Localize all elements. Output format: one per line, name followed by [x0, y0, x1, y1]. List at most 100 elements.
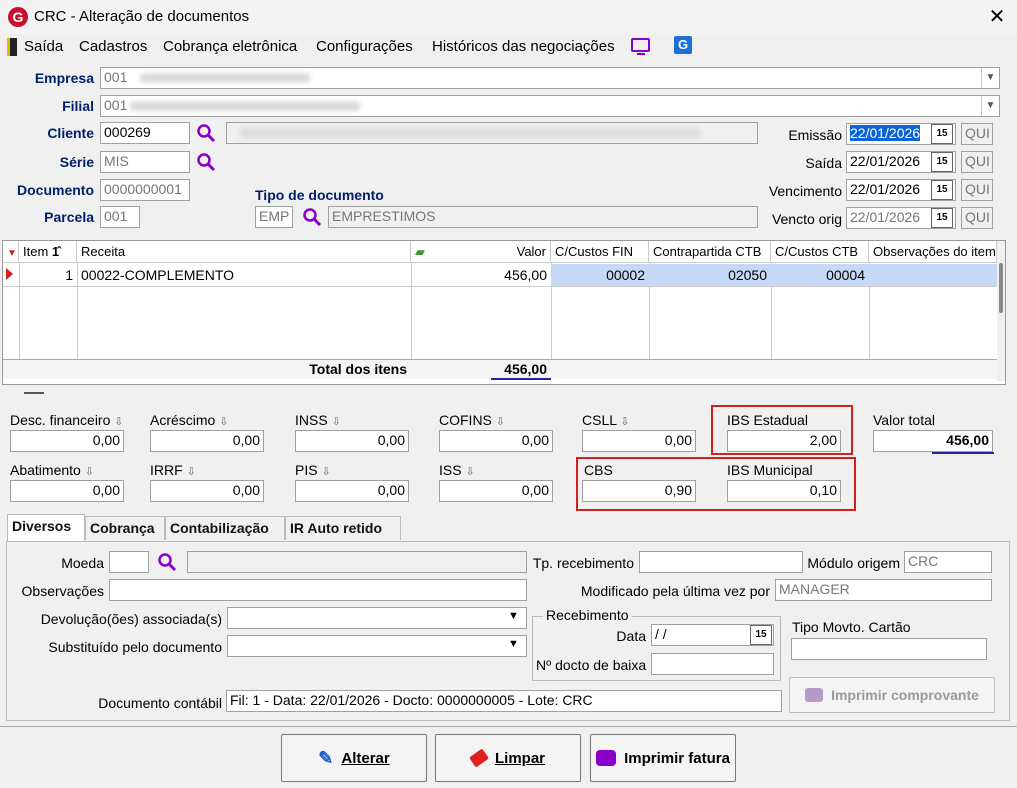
irrf-input[interactable]: 0,00: [150, 480, 264, 502]
cofins-input[interactable]: 0,00: [439, 430, 553, 452]
saida-label: Saída: [805, 155, 842, 171]
acrescimo-text: Acréscimo: [150, 412, 216, 428]
recebimento-group-label: Recebimento: [543, 607, 632, 623]
grid-header-ccctb[interactable]: C/Custos CTB: [771, 241, 869, 263]
imprimir-fatura-button[interactable]: Imprimir fatura: [590, 734, 736, 782]
modulo-input[interactable]: CRC: [904, 551, 992, 573]
serie-input[interactable]: MIS: [100, 151, 190, 173]
vencto-orig-calendar-icon[interactable]: 15: [931, 208, 953, 228]
grid-row-divider: [3, 286, 997, 287]
emissao-day: QUI: [961, 123, 993, 145]
tipo-doc-search-icon[interactable]: [302, 207, 322, 227]
tab-cobranca[interactable]: Cobrança: [85, 516, 165, 540]
acrescimo-label: Acréscimo ⇩: [150, 412, 228, 428]
close-icon[interactable]: ✕: [985, 4, 1009, 29]
desc-fin-input[interactable]: 0,00: [10, 430, 124, 452]
cliente-input[interactable]: 000269: [100, 122, 190, 144]
sort-number-icon: 1̂: [51, 244, 60, 259]
pis-text: PIS: [295, 462, 318, 478]
total-label: Total dos itens: [309, 361, 407, 377]
grid-header-ccfin[interactable]: C/Custos FIN: [551, 241, 649, 263]
serie-search-icon[interactable]: [196, 152, 216, 172]
monitor-icon[interactable]: [631, 38, 650, 52]
app-logo-icon: G: [8, 7, 28, 27]
cell-valor: 456,00: [504, 267, 547, 283]
emissao-calendar-icon[interactable]: 15: [931, 124, 953, 144]
grid-header-item[interactable]: Item 1̂: [19, 241, 77, 263]
moeda-input[interactable]: [109, 551, 149, 573]
empresa-dropdown-icon[interactable]: ▼: [981, 68, 999, 88]
imprimir-comprovante-button[interactable]: Imprimir comprovante: [789, 677, 995, 713]
documento-value: 0000000001: [104, 181, 182, 197]
tab-ir-auto-retido[interactable]: IR Auto retido: [285, 516, 401, 540]
iss-label: ISS ⇩: [439, 462, 475, 478]
table-row[interactable]: 1 00022-COMPLEMENTO 456,00 00002 02050 0…: [3, 264, 997, 286]
pencil-icon: ✎: [318, 747, 334, 768]
data-calendar-icon[interactable]: 15: [750, 625, 772, 645]
emissao-day-value: QUI: [965, 125, 990, 141]
grid-header-contrapartida[interactable]: Contrapartida CTB: [649, 241, 771, 263]
cofins-text: COFINS: [439, 412, 492, 428]
documento-input[interactable]: 0000000001: [100, 179, 190, 201]
acrescimo-input[interactable]: 0,00: [150, 430, 264, 452]
ndocto-label: Nº docto de baixa: [536, 657, 647, 673]
cell-contrapartida: 02050: [649, 264, 771, 286]
info-arrow-icon: ⇩: [495, 416, 505, 428]
cofins-label: COFINS ⇩: [439, 412, 505, 428]
modificado-value: MANAGER: [779, 581, 850, 597]
iss-input[interactable]: 0,00: [439, 480, 553, 502]
abatimento-label: Abatimento ⇩: [10, 462, 94, 478]
alterar-button[interactable]: ✎ Alterar: [281, 734, 427, 782]
limpar-button[interactable]: Limpar: [435, 734, 581, 782]
col-ccfin: C/Custos FIN: [555, 244, 634, 259]
parcela-input[interactable]: 001: [100, 206, 140, 228]
menu-configuracoes[interactable]: Configurações: [316, 38, 413, 55]
menu-saida[interactable]: Saída: [24, 38, 63, 55]
title-bar: G CRC - Alteração de documentos ✕: [0, 0, 1017, 34]
saida-calendar-icon[interactable]: 15: [931, 152, 953, 172]
tab-contabilizacao[interactable]: Contabilização: [165, 516, 285, 540]
grid-scrollbar-thumb[interactable]: [999, 263, 1003, 313]
modulo-label: Módulo origem: [807, 555, 900, 571]
tipo-doc-code-input[interactable]: EMP: [255, 206, 293, 228]
menu-cadastros[interactable]: Cadastros: [79, 38, 147, 55]
pis-input[interactable]: 0,00: [295, 480, 409, 502]
tab-diversos[interactable]: Diversos: [7, 514, 85, 542]
tp-receb-input[interactable]: [639, 551, 803, 573]
devolucao-dropdown-icon[interactable]: ▼: [508, 610, 519, 622]
cliente-value: 000269: [104, 124, 151, 140]
grid-header-valor[interactable]: ▰ Valor: [411, 241, 551, 263]
modificado-input[interactable]: MANAGER: [775, 579, 992, 601]
brand-g-icon[interactable]: G: [674, 36, 692, 54]
menu-cobranca-eletronica[interactable]: Cobrança eletrônica: [163, 38, 297, 55]
exit-door-icon[interactable]: [7, 38, 17, 56]
vencimento-calendar-icon[interactable]: 15: [931, 180, 953, 200]
filial-dropdown-icon[interactable]: ▼: [981, 96, 999, 116]
substituido-dropdown-icon[interactable]: ▼: [508, 638, 519, 650]
substituido-select[interactable]: [227, 635, 527, 657]
menu-historicos[interactable]: Históricos das negociações: [432, 38, 615, 55]
total-underline: [491, 378, 551, 380]
valor-total-input[interactable]: 456,00: [873, 430, 993, 452]
info-arrow-icon: ⇩: [219, 416, 229, 428]
grid-resize-handle[interactable]: [24, 392, 44, 394]
ibs-estadual-highlight: [711, 405, 853, 455]
cliente-search-icon[interactable]: [196, 123, 216, 143]
cliente-name-redacted: [240, 128, 700, 138]
grid-header-receita[interactable]: Receita: [77, 241, 411, 263]
moeda-label: Moeda: [61, 555, 104, 571]
printer-icon: [805, 688, 824, 702]
inss-input[interactable]: 0,00: [295, 430, 409, 452]
obs-input[interactable]: [109, 579, 527, 601]
obs-label: Observações: [21, 583, 104, 599]
tipo-movto-input[interactable]: [791, 638, 987, 660]
grid-header-obs[interactable]: Observações do item: [869, 241, 997, 263]
csll-input[interactable]: 0,00: [582, 430, 696, 452]
moeda-search-icon[interactable]: [157, 552, 177, 572]
devolucao-select[interactable]: [227, 607, 527, 629]
items-grid[interactable]: ▼ Item 1̂ Receita ▰ Valor C/Custos FIN Co…: [2, 240, 1006, 385]
doc-contabil-input[interactable]: Fil: 1 - Data: 22/01/2026 - Docto: 00000…: [226, 690, 782, 712]
iss-text: ISS: [439, 462, 462, 478]
ndocto-input[interactable]: [651, 653, 774, 675]
abatimento-input[interactable]: 0,00: [10, 480, 124, 502]
